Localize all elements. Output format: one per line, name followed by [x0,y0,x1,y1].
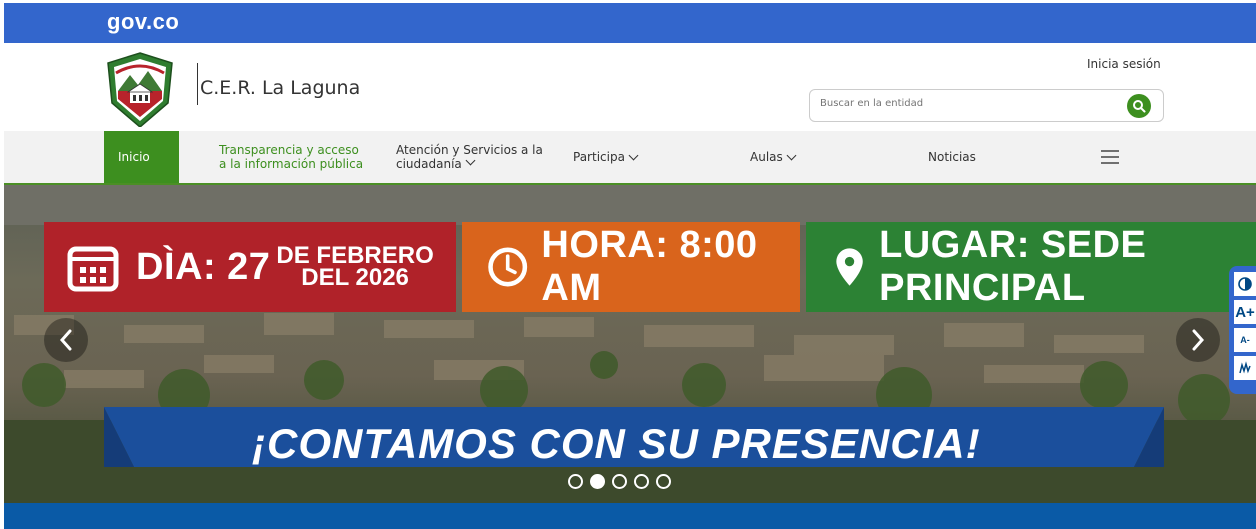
accessibility-bar: A+ A- [1229,266,1256,394]
nav-item-label: Noticias [928,150,976,164]
carousel-dot-active[interactable] [590,474,605,489]
carousel-indicators [568,474,671,489]
time-banner: HORA: 8:00 AM [462,222,800,312]
nav-item-atencion[interactable]: Atención y Servicios a la ciudadanía [396,131,543,183]
nav-item-label: Aulas [750,150,783,164]
sign-language-icon [1239,361,1251,374]
hamburger-icon [1101,150,1119,164]
contrast-button[interactable] [1234,272,1256,296]
govco-logo[interactable]: ɡov.co [107,9,179,35]
time-label: HORA: 8:00 AM [541,224,758,309]
decrease-font-button[interactable]: A- [1234,328,1256,352]
nav-item-transparencia[interactable]: Transparencia y acceso a la información … [219,131,363,183]
date-year: DEL 2026 [301,264,409,291]
clock-icon [488,247,528,287]
nav-item-label-line2: ciudadanía [396,157,462,171]
entity-header: C.E.R. La Laguna Inicia sesión [4,43,1256,131]
nav-item-aulas[interactable]: Aulas [750,131,797,183]
chevron-right-icon [1192,329,1205,351]
search-box[interactable] [809,89,1164,122]
date-label: DÌA: 27 [136,245,271,288]
carousel-dot[interactable] [612,474,627,489]
search-input[interactable] [820,98,1110,109]
contrast-icon [1238,277,1252,291]
carousel-dot[interactable] [634,474,649,489]
carousel-dot[interactable] [568,474,583,489]
nav-item-label-line1: Transparencia y acceso [219,143,359,157]
school-crest-logo[interactable] [104,51,176,128]
carousel-prev-button[interactable] [44,318,88,362]
nav-item-label-line2: a la información pública [219,157,364,171]
carousel-dot[interactable] [656,474,671,489]
nav-item-participa[interactable]: Participa [573,131,639,183]
hero-carousel[interactable]: DÌA: 27 DE FEBRERO DEL 2026 HORA: 8:00 A… [4,185,1256,503]
chevron-down-icon [628,150,639,160]
govco-topbar: ɡov.co [4,3,1256,43]
calendar-icon [67,246,119,292]
header-divider [197,63,198,105]
chevron-left-icon [59,329,72,351]
login-link[interactable]: Inicia sesión [1087,57,1161,71]
increase-font-button[interactable]: A+ [1234,300,1256,324]
slogan-text: ¡CONTAMOS CON SU PRESENCIA! [252,420,981,467]
nav-item-label: Inicio [118,150,150,164]
hamburger-menu-button[interactable] [1100,131,1120,183]
sign-language-button[interactable] [1234,356,1256,380]
nav-item-label: Participa [573,150,625,164]
location-pin-icon [836,248,863,286]
carousel-next-button[interactable] [1176,318,1220,362]
chevron-down-icon [465,155,476,166]
search-icon [1133,100,1146,113]
date-banner: DÌA: 27 DE FEBRERO DEL 2026 [44,222,456,312]
main-navbar: Inicio Transparencia y acceso a la infor… [4,131,1256,185]
search-button[interactable] [1127,94,1151,118]
entity-name[interactable]: C.E.R. La Laguna [200,77,360,99]
nav-item-noticias[interactable]: Noticias [928,131,976,183]
bottom-strip [4,503,1256,529]
chevron-down-icon [786,150,797,160]
nav-item-inicio[interactable]: Inicio [104,131,179,183]
place-label: LUGAR: SEDE PRINCIPAL [879,224,1147,309]
place-banner: LUGAR: SEDE PRINCIPAL [806,222,1256,312]
